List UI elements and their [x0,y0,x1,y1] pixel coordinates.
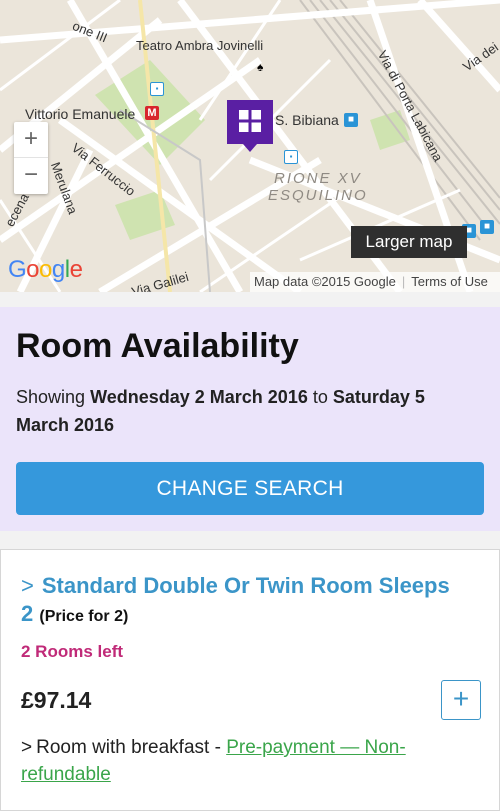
map-zoom-control: + − [14,122,48,194]
rooms-left-badge: 2 Rooms left [21,642,124,661]
room-card: > Standard Double Or Twin Room Sleeps 2 (… [0,549,500,811]
chevron-right-icon: > [21,573,34,598]
map-attribution: Map data ©2015 Google | Terms of Use [250,272,500,292]
location-map[interactable]: Teatro Ambra Jovinelli Vittorio Emanuele… [0,0,500,292]
google-logo[interactable]: Google [8,256,83,284]
change-search-button[interactable]: CHANGE SEARCH [16,462,484,515]
hotel-icon [239,110,261,132]
check-in-date: Wednesday 2 March 2016 [90,387,308,407]
page-title: Room Availability [16,327,299,365]
larger-map-button[interactable]: Larger map [351,226,467,258]
rate-option[interactable]: > Room with breakfast - Pre-payment — Non… [21,734,471,788]
metro-icon: M [145,106,159,120]
terms-of-use-link[interactable]: Terms of Use [411,274,488,289]
hotel-location-marker[interactable] [227,100,273,152]
zoom-out-button[interactable]: − [14,158,48,194]
price-for-note: (Price for 2) [39,608,129,625]
map-label-bibiana: S. Bibiana [275,112,339,128]
zoom-in-button[interactable]: + [14,122,48,158]
map-label-district: RIONE XV ESQUILINO [268,170,368,204]
train-station-icon: ■ [480,220,494,234]
bus-stop-icon: ▪ [284,150,298,164]
chevron-right-icon: > [21,737,33,758]
room-title-link[interactable]: > Standard Double Or Twin Room Sleeps 2 (… [21,572,461,631]
add-room-button[interactable]: + [441,680,481,720]
bus-stop-icon: ▪ [150,82,164,96]
map-data-text: Map data ©2015 Google [254,274,396,289]
rate-name: Room with breakfast - [36,737,227,758]
room-availability-panel: Room Availability Showing Wednesday 2 Ma… [0,307,500,531]
date-connector: to [312,387,328,407]
map-label-vittorio: Vittorio Emanuele [25,106,136,122]
map-label-teatro: Teatro Ambra Jovinelli [136,38,264,53]
room-price: £97.14 [21,687,92,713]
date-range-summary: Showing Wednesday 2 March 2016 to Saturd… [16,383,476,439]
showing-prefix: Showing [16,387,86,407]
theatre-icon: ♠ [257,60,264,74]
train-station-icon: ■ [344,113,358,127]
